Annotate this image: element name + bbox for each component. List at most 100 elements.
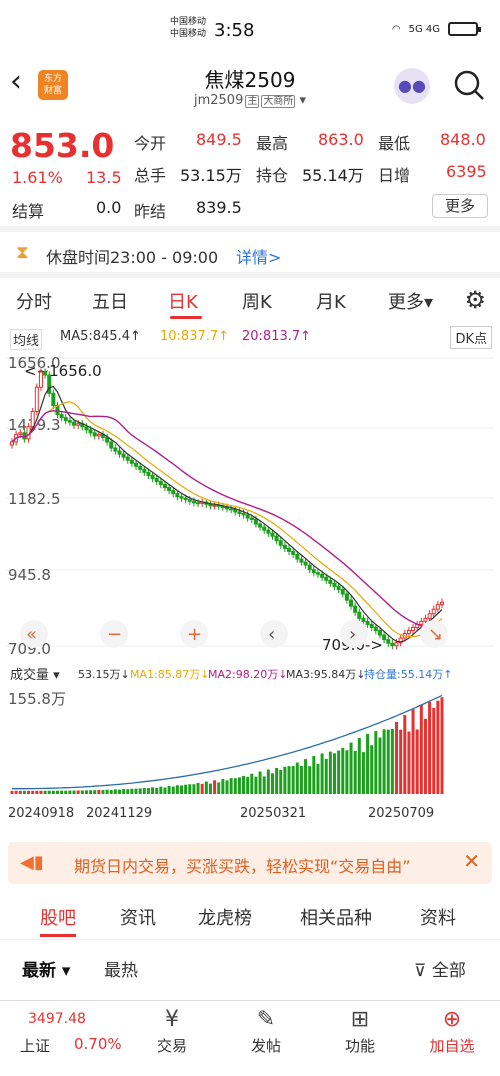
candle-body — [88, 429, 93, 434]
candle-body — [287, 547, 292, 552]
candle-body — [196, 502, 201, 505]
ma-type-select[interactable]: 均线 — [10, 329, 43, 350]
divider — [0, 272, 500, 278]
sort-hot[interactable]: 最热 — [104, 956, 138, 981]
tab-info[interactable]: 资料 — [420, 904, 456, 930]
tab-guba[interactable]: 股吧 — [40, 904, 76, 930]
volume-bar — [126, 789, 130, 794]
candle-body — [183, 497, 188, 501]
hourglass-icon: ⧗ — [16, 242, 29, 263]
promo-banner[interactable]: ◀▮ 期货日内交易，买涨买跌，轻松实现“交易自由” ✕ — [8, 842, 492, 884]
candle-body — [386, 639, 391, 644]
tab-dragon-tiger[interactable]: 龙虎榜 — [198, 904, 252, 930]
volume-bar — [113, 789, 117, 794]
candles-group — [10, 368, 444, 650]
volume-bar — [382, 729, 386, 794]
candle-body — [274, 535, 279, 542]
search-icon[interactable] — [452, 68, 486, 102]
candle-body — [43, 371, 48, 376]
candle-body — [427, 613, 432, 619]
close-icon[interactable]: ✕ — [463, 849, 480, 873]
tabbar-post[interactable]: ✎ 发帖 — [226, 1005, 306, 1056]
ma10-line — [11, 401, 443, 638]
candle-body — [63, 417, 68, 422]
tab-more[interactable]: 更多▾ — [388, 288, 433, 314]
candle-body — [241, 512, 246, 516]
volume-bar — [80, 790, 84, 794]
tab-related[interactable]: 相关品种 — [300, 904, 372, 930]
candle-body — [299, 558, 304, 563]
candle-body — [344, 593, 349, 601]
filter-all[interactable]: ⊽ 全部 — [414, 956, 466, 981]
kline-svg[interactable]: 1656.0 1419.3 1182.5 945.8 709.0 <~1656.… — [0, 350, 500, 662]
candle-body — [262, 526, 267, 531]
settle-value: 0.0 — [96, 198, 122, 217]
assistant-avatar-icon[interactable]: ●● — [394, 68, 430, 104]
volume-bar — [217, 782, 221, 794]
volume-type-select[interactable]: 成交量 ▾ — [10, 664, 60, 683]
vol-ma2: MA2:98.20万↓ — [208, 668, 288, 681]
content-tabs: 股吧 资讯 龙虎榜 相关品种 资料 — [0, 896, 500, 940]
tabbar-functions[interactable]: ⊞ 功能 — [320, 1005, 400, 1056]
volume-bar — [287, 766, 291, 794]
volume-chart[interactable]: 155.8万 — [0, 682, 500, 822]
tab-news[interactable]: 资讯 — [120, 904, 156, 930]
volume-bar — [51, 790, 55, 794]
gear-icon[interactable]: ⚙ — [464, 286, 486, 314]
candle-body — [229, 508, 234, 511]
volume-bar — [200, 783, 204, 794]
candle-body — [59, 414, 64, 419]
volume-bar — [390, 728, 394, 794]
volume-bar — [64, 790, 68, 794]
candle-body — [328, 579, 333, 584]
volume-bar — [308, 766, 312, 794]
candle-body — [324, 576, 329, 581]
more-button[interactable]: 更多 — [432, 194, 488, 218]
candle-body — [365, 620, 370, 625]
dk-point-button[interactable]: DK点 — [450, 326, 492, 349]
candle-body — [349, 599, 354, 607]
volume-bar — [39, 790, 43, 794]
candle-body — [72, 421, 77, 426]
sort-latest[interactable]: 最新 ▾ — [22, 956, 70, 981]
volume-bar — [423, 718, 427, 794]
volume-bar — [10, 790, 14, 794]
break-detail-link[interactable]: 详情> — [236, 244, 281, 268]
vol-ma3: MA3:95.84万↓ — [286, 668, 366, 681]
volume-svg: 155.8万 — [8, 690, 444, 794]
kline-chart[interactable]: 1656.0 1419.3 1182.5 945.8 709.0 <~1656.… — [0, 350, 500, 662]
tab-five-day[interactable]: 五日 — [92, 288, 128, 314]
tabbar-trade[interactable]: ¥ 交易 — [132, 1005, 212, 1056]
candle-body — [167, 487, 172, 492]
vol-ma1: MA1:85.87万↓ — [130, 668, 210, 681]
volume-bar — [299, 765, 303, 794]
sort-row: 最新 ▾ 最热 ⊽ 全部 — [0, 950, 500, 986]
tabbar-add-watchlist[interactable]: ⊕ 加自选 — [412, 1005, 492, 1056]
bottom-tabbar: 3497.48 上证 0.70% ¥ 交易 ✎ 发帖 ⊞ 功能 ⊕ 加自选 — [0, 1000, 500, 1076]
status-bar: 中国移动 中国移动 3:58 ◠ 5G 4G — [0, 0, 500, 48]
tab-intraday[interactable]: 分时 — [16, 288, 52, 314]
candle-body — [340, 588, 345, 595]
volume-bar — [357, 737, 361, 794]
candle-body — [249, 517, 254, 520]
tab-weekly-k[interactable]: 周K — [242, 288, 272, 314]
settle-label: 结算 — [12, 202, 45, 221]
open-interest-value: 持仓量:55.14万↑ — [364, 668, 453, 681]
volume-bar — [93, 790, 97, 794]
tab-daily-k[interactable]: 日K — [168, 288, 198, 314]
volume-bar — [109, 789, 113, 794]
volume-bar — [415, 729, 419, 794]
volume-bar — [316, 763, 320, 794]
max-price-marker: <~1656.0 — [24, 362, 102, 380]
volume-bar — [242, 775, 246, 794]
oi-label: 持仓 — [256, 166, 289, 185]
candle-body — [237, 511, 242, 514]
volume-bar — [72, 790, 76, 794]
volume-bar — [407, 731, 411, 794]
volume-bar — [101, 790, 105, 794]
volume-label: 总手 — [134, 166, 167, 185]
volume-bar — [47, 790, 51, 794]
grid-icon: ⊞ — [350, 1007, 370, 1032]
tab-monthly-k[interactable]: 月K — [316, 288, 346, 314]
volume-bar — [84, 790, 88, 794]
